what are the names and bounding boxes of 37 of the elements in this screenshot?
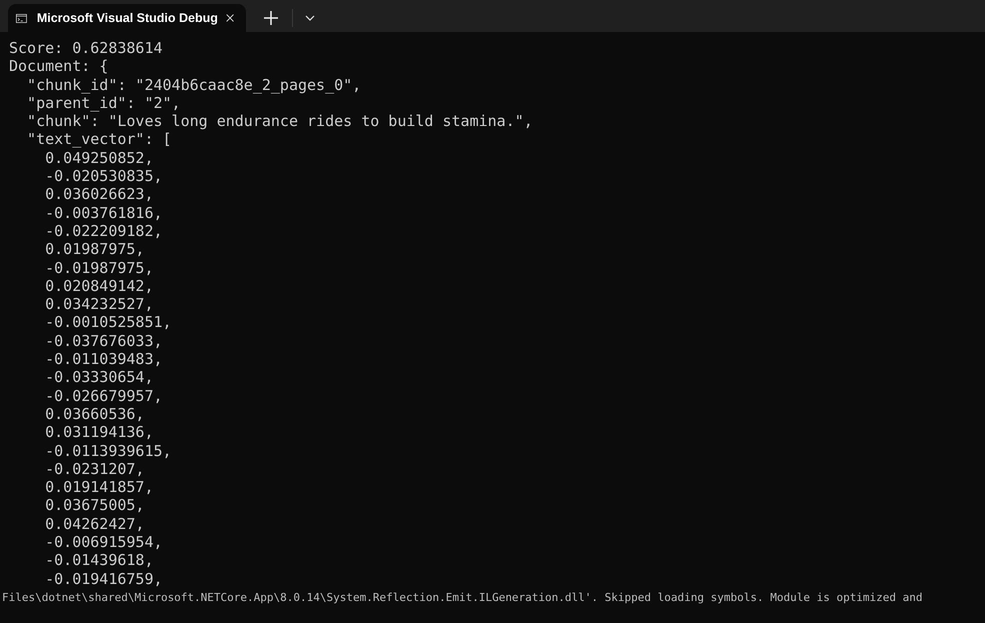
console-line: 0.03660536,	[44, 404, 146, 424]
console-line: -0.020530835,	[44, 167, 164, 186]
terminal-icon	[16, 12, 27, 24]
console-line: 0.031194136,	[44, 423, 154, 442]
console-line: -0.0231207,	[44, 460, 146, 478]
console-line: -0.006915954,	[44, 533, 164, 552]
console-line: 0.04262427,	[44, 514, 146, 534]
console-line: Files\dotnet\shared\Microsoft.NETCore.App\8.0.14\System.Reflection.Emit.ILGeneration.dll'. Skipped loading symbols. Module is optimized and	[2, 590, 924, 604]
chevron-down-icon[interactable]	[305, 15, 315, 21]
console-line: -0.01987975,	[44, 258, 154, 277]
console-line: "parent_id": "2",	[26, 94, 182, 112]
plus-icon[interactable]	[264, 11, 278, 25]
console-line: "chunk": "Loves long endurance rides to build stamina.",	[26, 112, 534, 130]
console-line: -0.0113939615,	[44, 442, 173, 460]
console-line: -0.022209182,	[44, 222, 164, 240]
console-line: -0.01439618,	[44, 551, 154, 570]
console-line: 0.01987975,	[44, 240, 146, 259]
console-line: -0.0010525851,	[44, 313, 173, 332]
console-line: 0.036026623,	[44, 185, 154, 204]
console-line: "text_vector": [	[26, 130, 173, 149]
console-line: Document: {	[9, 57, 110, 76]
terminal-tab[interactable]: Microsoft Visual Studio Debug	[8, 4, 246, 32]
tab-title: Microsoft Visual Studio Debug	[36, 11, 218, 25]
console-line: Score: 0.62838614	[9, 39, 164, 58]
console-line: 0.03675005,	[44, 496, 146, 515]
close-icon[interactable]	[226, 12, 234, 24]
console-line: 0.034232527,	[44, 295, 154, 314]
console-line: -0.037676033,	[44, 332, 164, 350]
console-line: -0.003761816,	[44, 204, 164, 222]
console-line: 0.049250852,	[44, 148, 154, 168]
console-line: 0.019141857,	[44, 478, 154, 496]
console-line: 0.020849142,	[44, 276, 154, 296]
console-line: -0.026679957,	[44, 386, 164, 405]
console-line: "chunk_id": "2404b6caac8e_2_pages_0",	[26, 76, 362, 94]
console-line: -0.019416759,	[44, 570, 164, 588]
console-line: -0.011039483,	[44, 350, 164, 368]
console-line: -0.03330654,	[44, 368, 154, 387]
